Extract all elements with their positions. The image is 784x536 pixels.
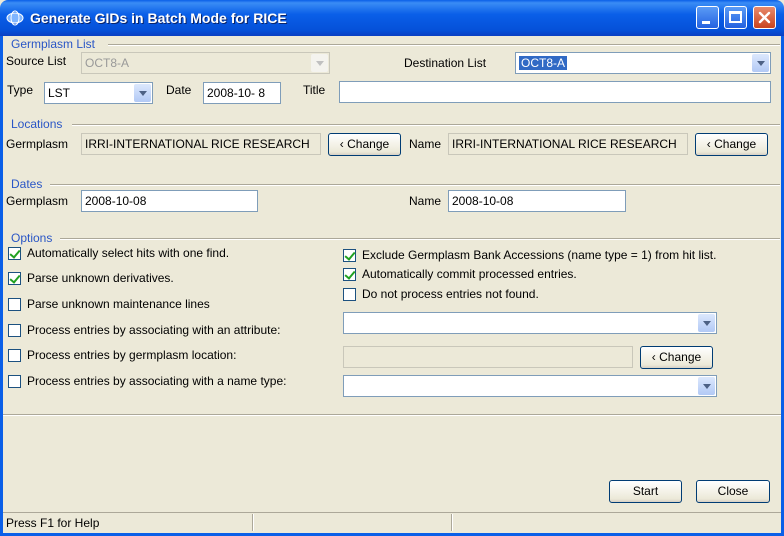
- date-germplasm-label: Germplasm: [6, 194, 69, 208]
- by-attribute-label[interactable]: Process entries by associating with an a…: [27, 323, 280, 337]
- by-location-checkbox[interactable]: [8, 349, 21, 362]
- type-select[interactable]: LST: [44, 82, 153, 104]
- change-label: Change: [714, 137, 757, 151]
- source-list-select: OCT8-A: [81, 52, 330, 74]
- status-bar: [3, 512, 781, 534]
- change-name-location-button[interactable]: ‹ Change: [695, 133, 768, 156]
- close-button[interactable]: Close: [696, 480, 770, 503]
- separator: [50, 184, 780, 186]
- window-frame: [0, 36, 784, 536]
- separator: [60, 238, 780, 240]
- auto-commit-label[interactable]: Automatically commit processed entries.: [362, 267, 577, 281]
- date-input[interactable]: 2008-10- 8: [203, 82, 281, 104]
- destination-list-value: OCT8-A: [519, 56, 568, 70]
- by-name-type-checkbox[interactable]: [8, 375, 21, 388]
- date-name-label: Name: [409, 194, 442, 208]
- destination-list-select[interactable]: OCT8-A: [515, 52, 771, 74]
- start-button[interactable]: Start: [609, 480, 682, 503]
- by-attribute-checkbox[interactable]: [8, 324, 21, 337]
- auto-select-checkbox[interactable]: [8, 247, 21, 260]
- location-germplasm-field: IRRI-INTERNATIONAL RICE RESEARCH: [81, 133, 321, 155]
- parse-maintenance-checkbox[interactable]: [8, 298, 21, 311]
- group-germplasm-list: Germplasm List: [11, 37, 96, 51]
- name-type-select[interactable]: [343, 375, 717, 397]
- status-divider: [252, 514, 254, 531]
- exclude-bank-checkbox[interactable]: [343, 249, 356, 262]
- maximize-button[interactable]: [724, 6, 747, 29]
- auto-commit-checkbox[interactable]: [343, 268, 356, 281]
- chevron-down-icon[interactable]: [698, 377, 715, 395]
- attribute-select[interactable]: [343, 312, 717, 334]
- skip-not-found-checkbox[interactable]: [343, 288, 356, 301]
- chevron-down-icon[interactable]: [134, 84, 151, 102]
- chevron-down-icon[interactable]: [752, 54, 769, 72]
- window-title: Generate GIDs in Batch Mode for RICE: [30, 10, 287, 26]
- separator: [72, 124, 780, 126]
- source-list-value: OCT8-A: [85, 56, 130, 70]
- app-icon: [6, 10, 24, 26]
- status-help-text: Press F1 for Help: [6, 516, 100, 530]
- group-dates: Dates: [11, 177, 43, 191]
- by-location-label[interactable]: Process entries by germplasm location:: [27, 348, 236, 362]
- date-name-input[interactable]: 2008-10-08: [448, 190, 626, 212]
- status-divider: [451, 514, 453, 531]
- minimize-icon: [702, 21, 710, 24]
- parse-maintenance-label[interactable]: Parse unknown maintenance lines: [27, 297, 210, 311]
- type-value: LST: [48, 86, 71, 100]
- date-label: Date: [166, 83, 192, 97]
- location-option-field: [343, 346, 633, 368]
- date-germplasm-input[interactable]: 2008-10-08: [81, 190, 258, 212]
- separator: [3, 414, 781, 416]
- group-locations: Locations: [11, 117, 63, 131]
- parse-derivatives-checkbox[interactable]: [8, 272, 21, 285]
- source-list-label: Source List: [6, 54, 67, 68]
- change-label: Change: [659, 350, 702, 364]
- separator: [108, 44, 780, 46]
- close-window-button[interactable]: [753, 6, 776, 29]
- close-icon: [758, 11, 771, 24]
- destination-list-label: Destination List: [404, 56, 487, 70]
- title-label: Title: [303, 83, 326, 97]
- change-option-location-button[interactable]: ‹ Change: [640, 346, 713, 369]
- change-germplasm-location-button[interactable]: ‹ Change: [328, 133, 401, 156]
- skip-not-found-label[interactable]: Do not process entries not found.: [362, 287, 539, 301]
- location-name-field: IRRI-INTERNATIONAL RICE RESEARCH: [448, 133, 688, 155]
- group-options: Options: [11, 231, 53, 245]
- chevron-down-icon: [311, 54, 328, 72]
- location-name-label: Name: [409, 137, 442, 151]
- exclude-bank-label[interactable]: Exclude Germplasm Bank Accessions (name …: [362, 248, 716, 262]
- minimize-button[interactable]: [696, 6, 719, 29]
- chevron-down-icon[interactable]: [698, 314, 715, 332]
- parse-derivatives-label[interactable]: Parse unknown derivatives.: [27, 271, 174, 285]
- maximize-icon: [729, 11, 742, 23]
- location-germplasm-label: Germplasm: [6, 137, 69, 151]
- title-input[interactable]: [339, 81, 771, 103]
- by-name-type-label[interactable]: Process entries by associating with a na…: [27, 374, 286, 388]
- change-label: Change: [347, 137, 390, 151]
- auto-select-label[interactable]: Automatically select hits with one find.: [27, 246, 229, 260]
- type-label: Type: [7, 83, 34, 97]
